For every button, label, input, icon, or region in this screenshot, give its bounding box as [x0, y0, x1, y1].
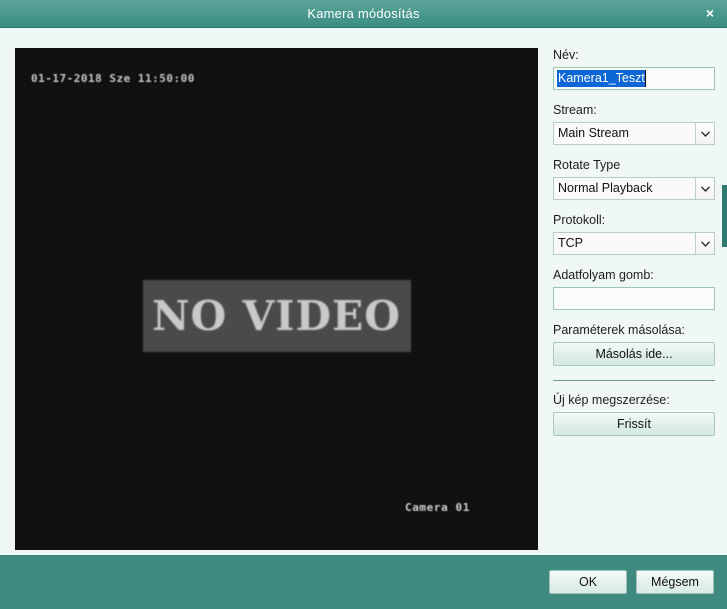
dialog-content: 01-17-2018 Sze 11:50:00 NO VIDEO Camera …	[0, 28, 727, 553]
refresh-image-label: Új kép megszerzése:	[553, 393, 670, 407]
no-video-label: NO VIDEO	[152, 291, 401, 340]
chevron-down-icon[interactable]	[695, 233, 714, 254]
rotate-type-select-value: Normal Playback	[558, 181, 653, 195]
name-input[interactable]: Kamera1_Teszt	[553, 67, 715, 90]
field-name: Név: Kamera1_Teszt	[553, 48, 718, 90]
copy-to-button[interactable]: Másolás ide...	[553, 342, 715, 366]
camera-settings-form: Név: Kamera1_Teszt Stream: Main Stream R…	[553, 48, 718, 449]
cancel-button[interactable]: Mégsem	[636, 570, 714, 594]
name-input-value: Kamera1_Teszt	[557, 70, 646, 87]
stream-label: Stream:	[553, 103, 597, 117]
form-divider	[553, 380, 715, 381]
field-datastream-button: Adatfolyam gomb:	[553, 268, 718, 310]
field-protocol: Protokoll: TCP	[553, 213, 718, 255]
chevron-down-icon[interactable]	[695, 178, 714, 199]
datastream-button-input[interactable]	[553, 287, 715, 310]
protocol-select[interactable]: TCP	[553, 232, 715, 255]
protocol-select-value: TCP	[558, 236, 583, 250]
preview-timestamp-overlay: 01-17-2018 Sze 11:50:00	[31, 72, 195, 85]
dialog-scrollbar[interactable]	[722, 28, 727, 553]
dialog-scrollbar-thumb[interactable]	[722, 185, 727, 247]
dialog-title-bar: Kamera módosítás ×	[0, 0, 727, 28]
ok-button[interactable]: OK	[549, 570, 627, 594]
name-label: Név:	[553, 48, 579, 62]
preview-camera-label: Camera 01	[404, 501, 470, 514]
chevron-down-icon[interactable]	[695, 123, 714, 144]
dialog-footer: OK Mégsem	[0, 555, 727, 609]
rotate-type-label: Rotate Type	[553, 158, 621, 172]
camera-edit-dialog: Kamera módosítás × 01-17-2018 Sze 11:50:…	[0, 0, 727, 609]
camera-preview-panel[interactable]: 01-17-2018 Sze 11:50:00 NO VIDEO Camera …	[15, 48, 538, 550]
datastream-button-label: Adatfolyam gomb:	[553, 268, 654, 282]
protocol-label: Protokoll:	[553, 213, 606, 227]
field-stream: Stream: Main Stream	[553, 103, 718, 145]
stream-select-value: Main Stream	[558, 126, 629, 140]
field-copy-params: Paraméterek másolása: Másolás ide...	[553, 323, 718, 366]
rotate-type-select[interactable]: Normal Playback	[553, 177, 715, 200]
field-rotate-type: Rotate Type Normal Playback	[553, 158, 718, 200]
copy-params-label: Paraméterek másolása:	[553, 323, 686, 337]
close-icon[interactable]: ×	[699, 0, 721, 27]
stream-select[interactable]: Main Stream	[553, 122, 715, 145]
no-video-banner: NO VIDEO	[142, 280, 411, 352]
dialog-title: Kamera módosítás	[307, 6, 420, 21]
refresh-button[interactable]: Frissít	[553, 412, 715, 436]
field-refresh-image: Új kép megszerzése: Frissít	[553, 393, 718, 436]
